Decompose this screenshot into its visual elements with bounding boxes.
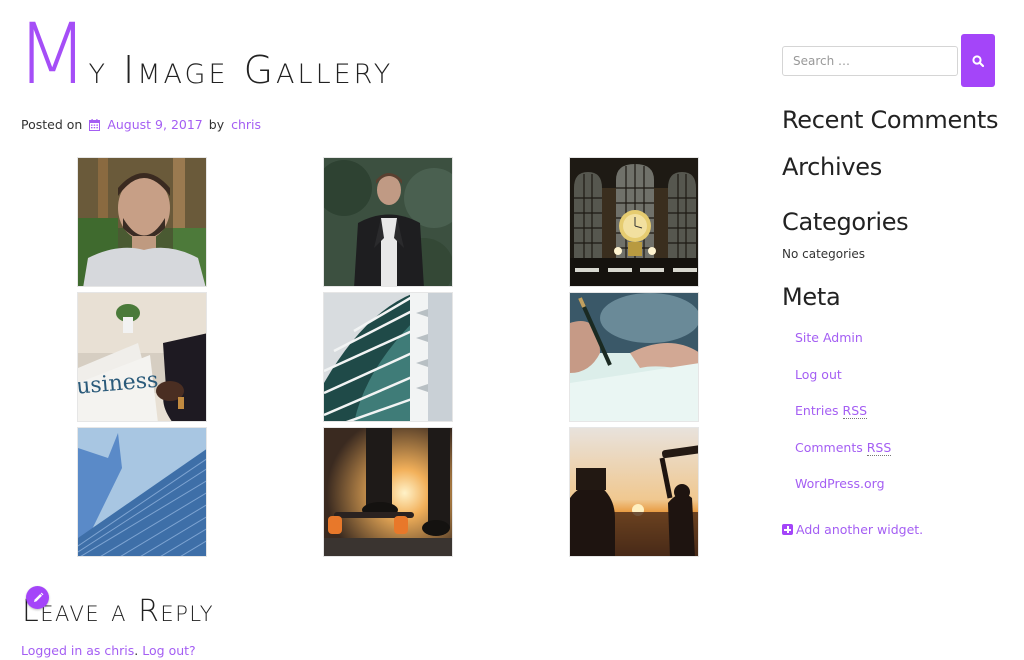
rss-abbr: RSS [866,440,892,456]
post-title-rest: y Image Gallery [88,48,394,92]
logged-in-as-link[interactable]: Logged in as chris [21,643,134,658]
logged-in-line: Logged in as chris. Log out? [21,643,196,658]
site-admin-link[interactable]: Site Admin [795,330,863,345]
add-widget-link[interactable]: Add another widget. [782,522,923,537]
entries-rss-label: Entries [795,403,839,418]
wordpress-org-link[interactable]: WordPress.org [795,476,885,491]
search-placeholder: Search … [793,54,851,68]
author-link[interactable]: chris [231,117,261,132]
search-input[interactable]: Search … [782,46,958,76]
hand-writing-image [570,293,698,421]
post-title: M y Image Gallery [16,5,394,103]
post-date-link[interactable]: August 9, 2017 [107,117,202,132]
post-title-first-letter: M [16,5,89,103]
gallery-image[interactable]: usiness [77,292,207,422]
edit-shortcut-button[interactable] [26,586,49,609]
silhouettes-sunset-image [570,428,698,556]
gallery-image[interactable] [569,292,699,422]
skateboard-sunset-image [324,428,452,556]
gallery-image[interactable] [77,427,207,557]
clock-station-image [570,158,698,286]
by-label: by [208,117,225,132]
gallery-image[interactable] [323,292,453,422]
reply-log-out-link[interactable]: Log out? [142,643,195,658]
pencil-icon [33,592,43,602]
comments-rss-link[interactable]: Comments RSS [795,440,892,456]
gallery-image[interactable] [77,157,207,287]
separator: . [134,643,139,658]
gallery-image[interactable] [569,157,699,287]
plus-square-icon [782,524,793,535]
gallery-image[interactable] [323,157,453,287]
blue-skyscrapers-image [78,428,206,556]
add-widget-label: Add another widget. [796,522,924,537]
search-button[interactable] [961,34,995,87]
gallery-image[interactable] [569,427,699,557]
man-leather-jacket-image [324,158,452,286]
portrait-man-image [78,158,206,286]
post-meta: Posted on August 9, 2017 by chris [21,117,261,132]
meta-heading: Meta [782,283,841,311]
glass-building-image [324,293,452,421]
no-categories-text: No categories [782,247,866,261]
search-icon [972,54,984,67]
calendar-icon [89,118,101,131]
rss-abbr: RSS [842,403,868,419]
leave-reply-heading: Leave a Reply [22,594,215,629]
recent-comments-heading: Recent Comments [782,106,999,134]
archives-heading: Archives [782,153,882,181]
posted-on-label: Posted on [21,117,83,132]
log-out-link[interactable]: Log out [795,367,842,382]
categories-heading: Categories [782,208,909,236]
gallery-image[interactable] [323,427,453,557]
newspaper-business-image: usiness [78,293,206,421]
entries-rss-link[interactable]: Entries RSS [795,403,868,419]
comments-rss-label: Comments [795,440,863,455]
